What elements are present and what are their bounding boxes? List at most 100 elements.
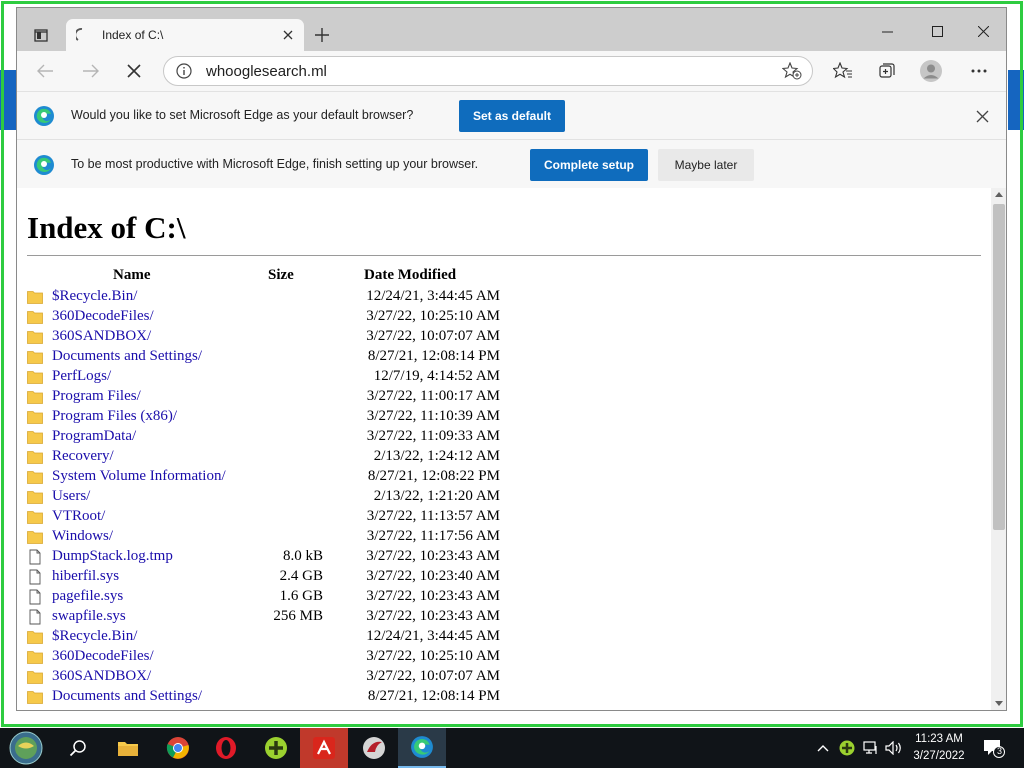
opera-icon <box>216 737 236 759</box>
table-row: Recovery/2/13/22, 1:24:12 AM <box>17 447 991 467</box>
scroll-down-arrow-icon[interactable] <box>995 701 1003 706</box>
info-icon <box>176 63 192 79</box>
file-link[interactable]: 360DecodeFiles/ <box>52 308 154 325</box>
file-link[interactable]: $Recycle.Bin/ <box>52 628 137 645</box>
search-button[interactable] <box>54 728 102 768</box>
file-link[interactable]: swapfile.sys <box>52 608 126 625</box>
set-as-default-button[interactable]: Set as default <box>459 100 565 132</box>
file-date-modified: 3/27/22, 11:00:17 AM <box>366 388 500 404</box>
back-button[interactable] <box>31 57 59 85</box>
file-link[interactable]: Recovery/ <box>52 448 114 465</box>
maybe-later-button[interactable]: Maybe later <box>658 149 754 181</box>
address-bar[interactable]: whooglesearch.ml <box>163 56 813 86</box>
file-link[interactable]: 360DecodeFiles/ <box>52 648 154 665</box>
tray-plus-app[interactable] <box>838 728 856 768</box>
maximize-button[interactable] <box>915 16 959 46</box>
profile-button[interactable] <box>917 57 945 85</box>
table-row: Program Files/3/27/22, 11:00:17 AM <box>17 387 991 407</box>
table-row: pagefile.sys 1.6 GB 3/27/22, 10:23:43 AM <box>17 587 991 607</box>
minimize-button[interactable] <box>865 16 909 46</box>
divider <box>27 255 981 256</box>
file-date-modified: 3/27/22, 10:23:43 AM <box>366 608 500 624</box>
file-date-modified: 3/27/22, 10:23:43 AM <box>366 548 500 564</box>
file-link[interactable]: hiberfil.sys <box>52 568 119 585</box>
table-row: DumpStack.log.tmp 8.0 kB 3/27/22, 10:23:43… <box>17 547 991 567</box>
scroll-up-arrow-icon[interactable] <box>995 192 1003 197</box>
file-link[interactable]: $Recycle.Bin/ <box>52 288 137 305</box>
folder-icon <box>27 691 43 704</box>
infobar-close-button[interactable] <box>973 107 991 125</box>
column-header-size[interactable]: Size <box>268 267 294 284</box>
taskbar-edge[interactable] <box>398 728 446 768</box>
file-link[interactable]: pagefile.sys <box>52 588 123 605</box>
file-link[interactable]: Documents and Settings/ <box>52 348 202 365</box>
folder-icon <box>27 451 43 464</box>
vertical-scrollbar[interactable] <box>991 188 1006 710</box>
plus-app-icon <box>839 740 855 756</box>
minimize-icon <box>881 31 893 32</box>
tray-volume[interactable] <box>884 728 904 768</box>
favorites-button[interactable] <box>829 57 857 85</box>
chrome-icon <box>166 737 189 759</box>
scrollbar-thumb[interactable] <box>993 204 1005 530</box>
taskbar-app-red-bird[interactable] <box>350 728 398 768</box>
stop-loading-button[interactable] <box>120 57 148 85</box>
tab-close-button[interactable] <box>280 27 296 43</box>
file-link[interactable]: Users/ <box>52 488 90 505</box>
forward-button[interactable] <box>77 57 105 85</box>
arrow-right-icon <box>83 64 99 78</box>
file-link[interactable]: 360SANDBOX/ <box>52 668 151 685</box>
taskbar-file-explorer[interactable] <box>104 728 152 768</box>
file-link[interactable]: DumpStack.log.tmp <box>52 548 173 565</box>
file-size: 256 MB <box>273 608 323 624</box>
complete-setup-button[interactable]: Complete setup <box>530 149 648 181</box>
close-window-button[interactable] <box>961 16 1005 46</box>
page-title: Index of C:\ <box>27 210 186 245</box>
file-icon <box>29 549 41 565</box>
folder-icon <box>27 631 43 644</box>
folder-icon <box>27 331 43 344</box>
folder-icon <box>27 291 43 304</box>
file-link[interactable]: VTRoot/ <box>52 508 105 525</box>
setup-infobar: To be most productive with Microsoft Edg… <box>17 139 1006 188</box>
tab-active[interactable]: Index of C:\ <box>66 19 304 51</box>
file-date-modified: 12/24/21, 3:44:45 AM <box>366 288 500 304</box>
taskbar-chrome[interactable] <box>154 728 202 768</box>
column-header-date[interactable]: Date Modified <box>364 267 456 284</box>
start-button[interactable] <box>2 728 50 768</box>
folder-icon <box>27 311 43 324</box>
column-header-name[interactable]: Name <box>113 267 151 284</box>
file-link[interactable]: Program Files (x86)/ <box>52 408 177 425</box>
clock-date: 3/27/2022 <box>913 750 965 762</box>
file-date-modified: 8/27/21, 12:08:22 PM <box>367 468 500 484</box>
tray-show-hidden-button[interactable] <box>814 728 832 768</box>
file-link[interactable]: 360SANDBOX/ <box>52 328 151 345</box>
file-link[interactable]: System Volume Information/ <box>52 468 226 485</box>
file-link[interactable]: Windows/ <box>52 528 113 545</box>
file-link[interactable]: Program Files/ <box>52 388 141 405</box>
action-center-button[interactable]: 3 <box>980 728 1008 768</box>
table-row: 360SANDBOX/3/27/22, 10:07:07 AM <box>17 327 991 347</box>
taskbar-plus-app[interactable] <box>252 728 300 768</box>
file-date-modified: 8/27/21, 12:08:14 PM <box>367 348 500 364</box>
folder-icon <box>27 491 43 504</box>
tab-actions-icon <box>34 29 48 42</box>
tray-network[interactable] <box>862 728 880 768</box>
file-link[interactable]: ProgramData/ <box>52 428 136 445</box>
folder-icon <box>27 351 43 364</box>
favorites-icon <box>833 62 852 79</box>
file-link[interactable]: Documents and Settings/ <box>52 688 202 705</box>
table-row: Documents and Settings/8/27/21, 12:08:14… <box>17 687 991 707</box>
taskbar-opera[interactable] <box>202 728 250 768</box>
file-size: 8.0 kB <box>282 548 323 564</box>
add-favorite-icon[interactable] <box>782 62 802 80</box>
file-link[interactable]: PerfLogs/ <box>52 368 111 385</box>
close-icon <box>977 25 989 37</box>
settings-more-button[interactable] <box>965 57 993 85</box>
table-row: System Volume Information/8/27/21, 12:08… <box>17 467 991 487</box>
taskbar-clock[interactable]: 11:23 AM 3/27/2022 <box>904 731 974 765</box>
new-tab-button[interactable] <box>311 24 333 46</box>
taskbar-avira[interactable] <box>300 728 348 768</box>
tab-actions-button[interactable] <box>27 22 55 48</box>
collections-button[interactable] <box>873 57 901 85</box>
